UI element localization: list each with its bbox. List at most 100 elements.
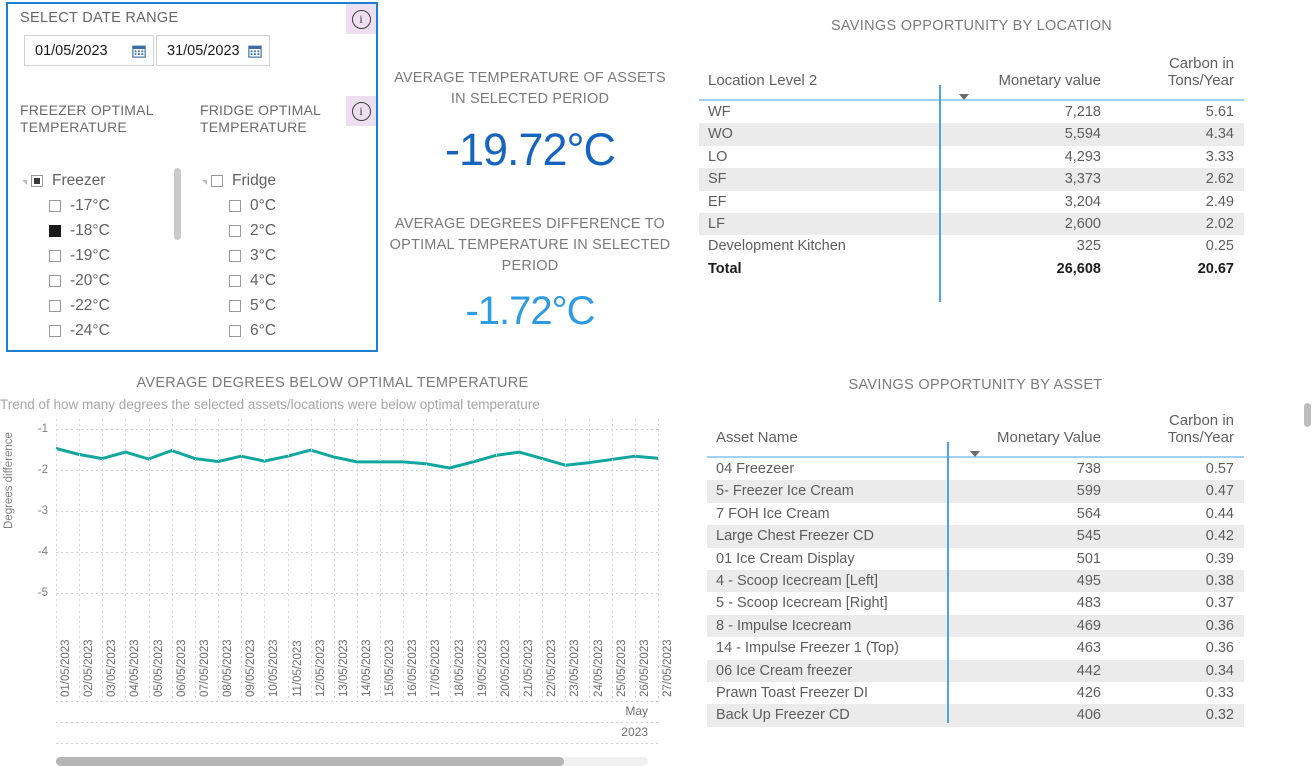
x-axis-tick-label: 19/05/2023 bbox=[476, 639, 489, 697]
table-row[interactable]: LF 2,600 2.02 bbox=[699, 213, 1244, 236]
table-row[interactable]: WF 7,218 5.61 bbox=[699, 100, 1244, 123]
x-gridline bbox=[357, 611, 358, 701]
freezer-temperature-option[interactable]: -17°C bbox=[22, 193, 172, 218]
chart-horizontal-scrollbar-thumb[interactable] bbox=[56, 757, 564, 766]
y-axis-tick-label: -1 bbox=[37, 423, 48, 436]
x-gridline bbox=[287, 419, 289, 609]
freezer-temperature-option-checkbox[interactable] bbox=[49, 224, 61, 237]
table-row[interactable]: 5 - Scoop Icecream [Right] 483 0.37 bbox=[707, 592, 1244, 614]
info-icon-optimal-temperature[interactable]: i bbox=[346, 96, 376, 126]
savings-by-location-table: Location Level 2 Monetary value Carbon i… bbox=[699, 51, 1244, 280]
fridge-temperature-option[interactable]: 3°C bbox=[202, 243, 352, 268]
collapse-triangle-icon[interactable] bbox=[22, 180, 27, 185]
freezer-temperature-option-checkbox[interactable] bbox=[49, 324, 61, 337]
freezer-temperature-option[interactable]: -18°C bbox=[22, 218, 172, 243]
y-axis-tick-label: -4 bbox=[37, 545, 48, 558]
freezer-temperature-option[interactable]: -22°C bbox=[22, 293, 172, 318]
x-axis-hierarchy: May 2023 bbox=[56, 701, 658, 744]
freezer-temperature-option-label: -24°C bbox=[70, 321, 110, 339]
x-gridline bbox=[79, 611, 81, 701]
table-row[interactable]: Back Up Freezer CD 406 0.32 bbox=[707, 704, 1244, 727]
degrees-below-optimal-chart-block: AVERAGE DEGREES BELOW OPTIMAL TEMPERATUR… bbox=[0, 375, 680, 766]
table-row[interactable]: 14 - Impulse Freezer 1 (Top) 463 0.36 bbox=[707, 637, 1244, 659]
fridge-parent-checkbox[interactable] bbox=[211, 174, 223, 187]
table-total-row: Total 26,608 20.67 bbox=[699, 258, 1244, 280]
x-axis-tick-label: 17/05/2023 bbox=[430, 639, 443, 697]
fridge-temperature-option[interactable]: 6°C bbox=[202, 318, 352, 343]
column-header-monetary-value[interactable]: Monetary Value bbox=[958, 408, 1111, 458]
freezer-temperature-option[interactable]: -20°C bbox=[22, 268, 172, 293]
fridge-temperature-option-checkbox[interactable] bbox=[229, 274, 241, 287]
x-gridline bbox=[125, 611, 127, 701]
fridge-temperature-option-checkbox[interactable] bbox=[229, 299, 241, 312]
freezer-temperature-option-checkbox[interactable] bbox=[49, 299, 61, 312]
freezer-parent-node[interactable]: Freezer bbox=[22, 168, 172, 193]
column-header-location[interactable]: Location Level 2 bbox=[699, 51, 953, 101]
cell-name: 01 Ice Cream Display bbox=[716, 550, 855, 567]
fridge-temperature-option[interactable]: 0°C bbox=[202, 193, 352, 218]
fridge-temperature-option-checkbox[interactable] bbox=[229, 249, 241, 262]
fridge-temperature-option-label: 4°C bbox=[250, 271, 277, 289]
fridge-temperature-option-checkbox[interactable] bbox=[229, 324, 241, 337]
hierarchy-divider bbox=[56, 701, 658, 702]
x-gridline bbox=[333, 611, 335, 701]
x-axis-tick-label: 06/05/2023 bbox=[175, 639, 188, 697]
table-row[interactable]: 01 Ice Cream Display 501 0.39 bbox=[707, 548, 1244, 570]
x-gridline bbox=[310, 611, 312, 701]
cell-name: WF bbox=[708, 104, 731, 120]
table-row[interactable]: 4 - Scoop Icecream [Left] 495 0.38 bbox=[707, 570, 1244, 593]
fridge-temperature-option[interactable]: 5°C bbox=[202, 293, 352, 318]
freezer-temperature-option-checkbox[interactable] bbox=[49, 249, 61, 262]
cell-monetary-value: 463 bbox=[1076, 640, 1101, 657]
table-row[interactable]: 06 Ice Cream freezer 442 0.34 bbox=[707, 659, 1244, 683]
freezer-temperature-option-checkbox[interactable] bbox=[49, 274, 61, 287]
chart-series-plot[interactable] bbox=[54, 419, 660, 609]
column-header-carbon[interactable]: Carbon in Tons/Year bbox=[1111, 408, 1244, 458]
freezer-temperature-option-label: -20°C bbox=[70, 271, 110, 289]
freezer-temperature-option-checkbox[interactable] bbox=[49, 199, 61, 212]
table-row[interactable]: 7 FOH Ice Cream 564 0.44 bbox=[707, 503, 1244, 525]
cell-carbon: 2.02 bbox=[1111, 213, 1244, 236]
fridge-temperature-option-checkbox[interactable] bbox=[229, 199, 241, 212]
calendar-icon bbox=[132, 45, 146, 58]
x-axis-tick-label: 11/05/2023 bbox=[291, 640, 304, 697]
date-end-input[interactable]: 31/05/2023 bbox=[156, 35, 270, 66]
date-start-input[interactable]: 01/05/2023 bbox=[24, 35, 154, 66]
hierarchy-divider bbox=[56, 743, 658, 744]
table-row[interactable]: SF 3,373 2.62 bbox=[699, 168, 1244, 191]
table-row[interactable]: Development Kitchen 325 0.25 bbox=[699, 235, 1244, 257]
cell-monetary-value: 5,594 bbox=[953, 123, 1111, 146]
x-axis-tick-label: 01/05/2023 bbox=[60, 639, 72, 697]
cell-name: EF bbox=[708, 193, 727, 210]
table-row[interactable]: 04 Freezeer 738 0.57 bbox=[707, 457, 1244, 480]
table-row[interactable]: LO 4,293 3.33 bbox=[699, 146, 1244, 168]
savings-by-asset-table: Asset Name Monetary Value Carbon in Tons… bbox=[707, 408, 1244, 727]
table-row[interactable]: Prawn Toast Freezer DI 426 0.33 bbox=[707, 682, 1244, 704]
cell-carbon: 2.49 bbox=[1205, 193, 1234, 210]
info-icon-date-range[interactable]: i bbox=[346, 4, 376, 34]
table-row[interactable]: Large Chest Freezer CD 545 0.42 bbox=[707, 525, 1244, 548]
slicer-scrollbar-thumb[interactable] bbox=[174, 168, 181, 240]
fridge-parent-node[interactable]: Fridge bbox=[202, 168, 352, 193]
cell-carbon: 0.34 bbox=[1111, 659, 1244, 683]
table-row[interactable]: EF 3,204 2.49 bbox=[699, 191, 1244, 213]
table-row[interactable]: WO 5,594 4.34 bbox=[699, 123, 1244, 146]
table-row[interactable]: 8 - Impulse Icecream 469 0.36 bbox=[707, 614, 1244, 638]
freezer-temperature-option-label: -18°C bbox=[70, 221, 110, 239]
page-scrollbar-thumb[interactable] bbox=[1304, 403, 1311, 427]
column-header-asset-name[interactable]: Asset Name bbox=[707, 408, 958, 458]
freezer-temperature-option[interactable]: -24°C bbox=[22, 318, 172, 343]
fridge-temperature-option[interactable]: 4°C bbox=[202, 268, 352, 293]
table-row[interactable]: 5- Freezer Ice Cream 599 0.47 bbox=[707, 480, 1244, 503]
collapse-triangle-icon[interactable] bbox=[202, 180, 207, 185]
fridge-temperature-option-checkbox[interactable] bbox=[229, 224, 241, 237]
column-header-monetary-value[interactable]: Monetary value bbox=[953, 51, 1111, 101]
freezer-temperature-option[interactable]: -19°C bbox=[22, 243, 172, 268]
fridge-temperature-option[interactable]: 2°C bbox=[202, 218, 352, 243]
freezer-parent-checkbox[interactable] bbox=[31, 174, 43, 187]
x-gridline bbox=[611, 419, 613, 609]
cell-carbon: 5.61 bbox=[1205, 104, 1234, 120]
cell-monetary-value: 483 bbox=[1076, 595, 1101, 612]
x-axis-tick-label: 27/05/2023 bbox=[662, 639, 674, 697]
column-header-carbon[interactable]: Carbon in Tons/Year bbox=[1111, 51, 1244, 101]
